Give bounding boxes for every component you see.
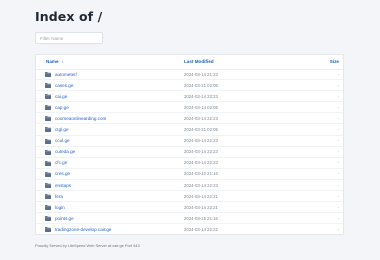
folder-icon: [45, 205, 51, 211]
file-link[interactable]: points.ge: [55, 216, 74, 222]
file-link[interactable]: cuteda.ge: [55, 149, 75, 155]
file-link[interactable]: cfc.ge: [55, 160, 67, 166]
folder-icon: [45, 149, 51, 155]
table-row: courseaonlinearding.com 2024-03-14 22:23 -: [36, 113, 343, 125]
file-link[interactable]: cres.ge: [55, 171, 70, 177]
modified-date: 2024-03-14 22:21: [184, 193, 218, 199]
modified-date: 2024-03-14 22:23: [184, 182, 218, 188]
folder-icon: [45, 105, 51, 111]
modified-date: 2024-03-15 21:16: [184, 215, 218, 221]
file-link[interactable]: enstaps: [55, 183, 71, 189]
table-row: login 2024-03-14 22:21 -: [36, 202, 343, 214]
modified-date: 2024-03-10 21:16: [184, 171, 218, 177]
table-row: ctgl.ge 2024-03-21 02:05 -: [36, 124, 343, 136]
file-size: -: [337, 171, 339, 177]
table-row: cases.ge 2024-03-21 02:05 -: [36, 80, 343, 92]
folder-icon: [45, 182, 51, 188]
file-link[interactable]: ctgl.ge: [55, 127, 69, 133]
table-row: cfc.ge 2024-03-14 22:23 -: [36, 158, 343, 169]
file-table: Name ↕ Last Modified Size autometer/2024-…: [35, 54, 344, 235]
table-row: cap.ge 2024-03-14 02:05 -: [36, 102, 343, 114]
modified-date: 2024-03-21 02:05: [184, 82, 218, 88]
file-size: -: [337, 226, 339, 232]
modified-date: 2024-03-14 22:23: [184, 149, 218, 155]
file-size: -: [337, 204, 339, 210]
folder-icon: [45, 160, 51, 166]
name-column-header: Name: [46, 59, 59, 64]
table-body: autometer/2024-03-14 21:23 - cases.ge 2024-…: [36, 69, 343, 235]
folder-icon: [45, 127, 51, 133]
file-size: -: [337, 93, 339, 99]
file-size: -: [337, 115, 339, 121]
file-size: -: [337, 127, 339, 133]
size-column-header: Size: [329, 59, 339, 64]
file-link[interactable]: tradingzone-develop.cair.ge: [55, 227, 111, 233]
file-size: -: [337, 82, 339, 88]
table-row: ccul.ge 2024-03-14 22:23 -: [36, 136, 343, 147]
table-row: cres.ge 2024-03-10 21:16 -: [36, 169, 343, 180]
file-size: -: [337, 71, 339, 77]
table-row: autometer/2024-03-14 21:23 -: [36, 69, 343, 81]
file-size: -: [337, 104, 339, 110]
folder-icon: [45, 194, 51, 200]
file-link[interactable]: cases.ge: [55, 83, 73, 89]
modified-date: 2024-03-14 22:23: [184, 160, 218, 166]
modified-date: 2024-03-14 22:23: [184, 93, 218, 99]
file-size: -: [337, 160, 339, 166]
table-row: points.ge 2024-03-15 21:16 -: [36, 213, 343, 225]
table-row: tradingzone-develop.cair.ge 2024-03-14 22…: [36, 224, 343, 235]
server-footer: Proudly Served by LiteSpeed Web Server a…: [35, 243, 140, 248]
file-size: -: [337, 149, 339, 155]
table-row: cai.ge 2024-03-14 22:23 -: [36, 91, 343, 103]
file-link[interactable]: courseaonlinearding.com: [55, 116, 106, 122]
modified-date: 2024-03-14 22:22: [184, 226, 218, 232]
folder-icon: [45, 216, 51, 222]
modified-date: 2024-03-14 22:23: [184, 138, 218, 144]
folder-icon: [45, 138, 51, 144]
file-size: -: [337, 193, 339, 199]
modified-date: 2024-03-14 21:23: [184, 71, 218, 77]
modified-date: 2024-03-14 02:05: [184, 104, 218, 110]
folder-icon: [45, 83, 51, 89]
file-size: -: [337, 138, 339, 144]
file-link[interactable]: login: [55, 205, 65, 211]
file-link[interactable]: fera: [55, 194, 63, 200]
folder-icon: [45, 94, 51, 100]
sort-by-size-link[interactable]: Size: [330, 59, 339, 65]
folder-icon: [45, 72, 51, 77]
table-row: cuteda.ge 2024-03-14 22:23 -: [36, 147, 343, 158]
file-link[interactable]: cap.ge: [55, 105, 69, 111]
sort-by-modified-link[interactable]: Last Modified: [184, 59, 214, 65]
sort-by-name-link[interactable]: Name ↕: [46, 59, 64, 65]
filter-name-input[interactable]: [35, 32, 103, 44]
file-link[interactable]: ccul.ge: [55, 138, 70, 144]
modified-column-header: Last Modified: [184, 59, 214, 64]
folder-icon: [45, 171, 51, 177]
file-link[interactable]: autometer/: [55, 72, 77, 78]
file-link[interactable]: cai.ge: [55, 94, 67, 100]
page-title: Index of /: [35, 9, 103, 24]
folder-icon: [45, 227, 51, 233]
modified-date: 2024-03-14 22:23: [184, 115, 218, 121]
directory-listing-page: Index of / Name↕ Last Modified Size auto…: [0, 0, 380, 260]
sort-arrow-icon: ↕: [61, 59, 64, 64]
table-row: fera 2024-03-14 22:21 -: [36, 191, 343, 203]
table-row: enstaps 2024-03-14 22:23 -: [36, 180, 343, 192]
file-size: -: [337, 182, 339, 188]
modified-date: 2024-03-14 22:21: [184, 204, 218, 210]
file-size: -: [337, 215, 339, 221]
table-header: Name ↕ Last Modified Size: [36, 55, 343, 70]
modified-date: 2024-03-21 02:05: [184, 127, 218, 133]
folder-icon: [45, 116, 51, 122]
